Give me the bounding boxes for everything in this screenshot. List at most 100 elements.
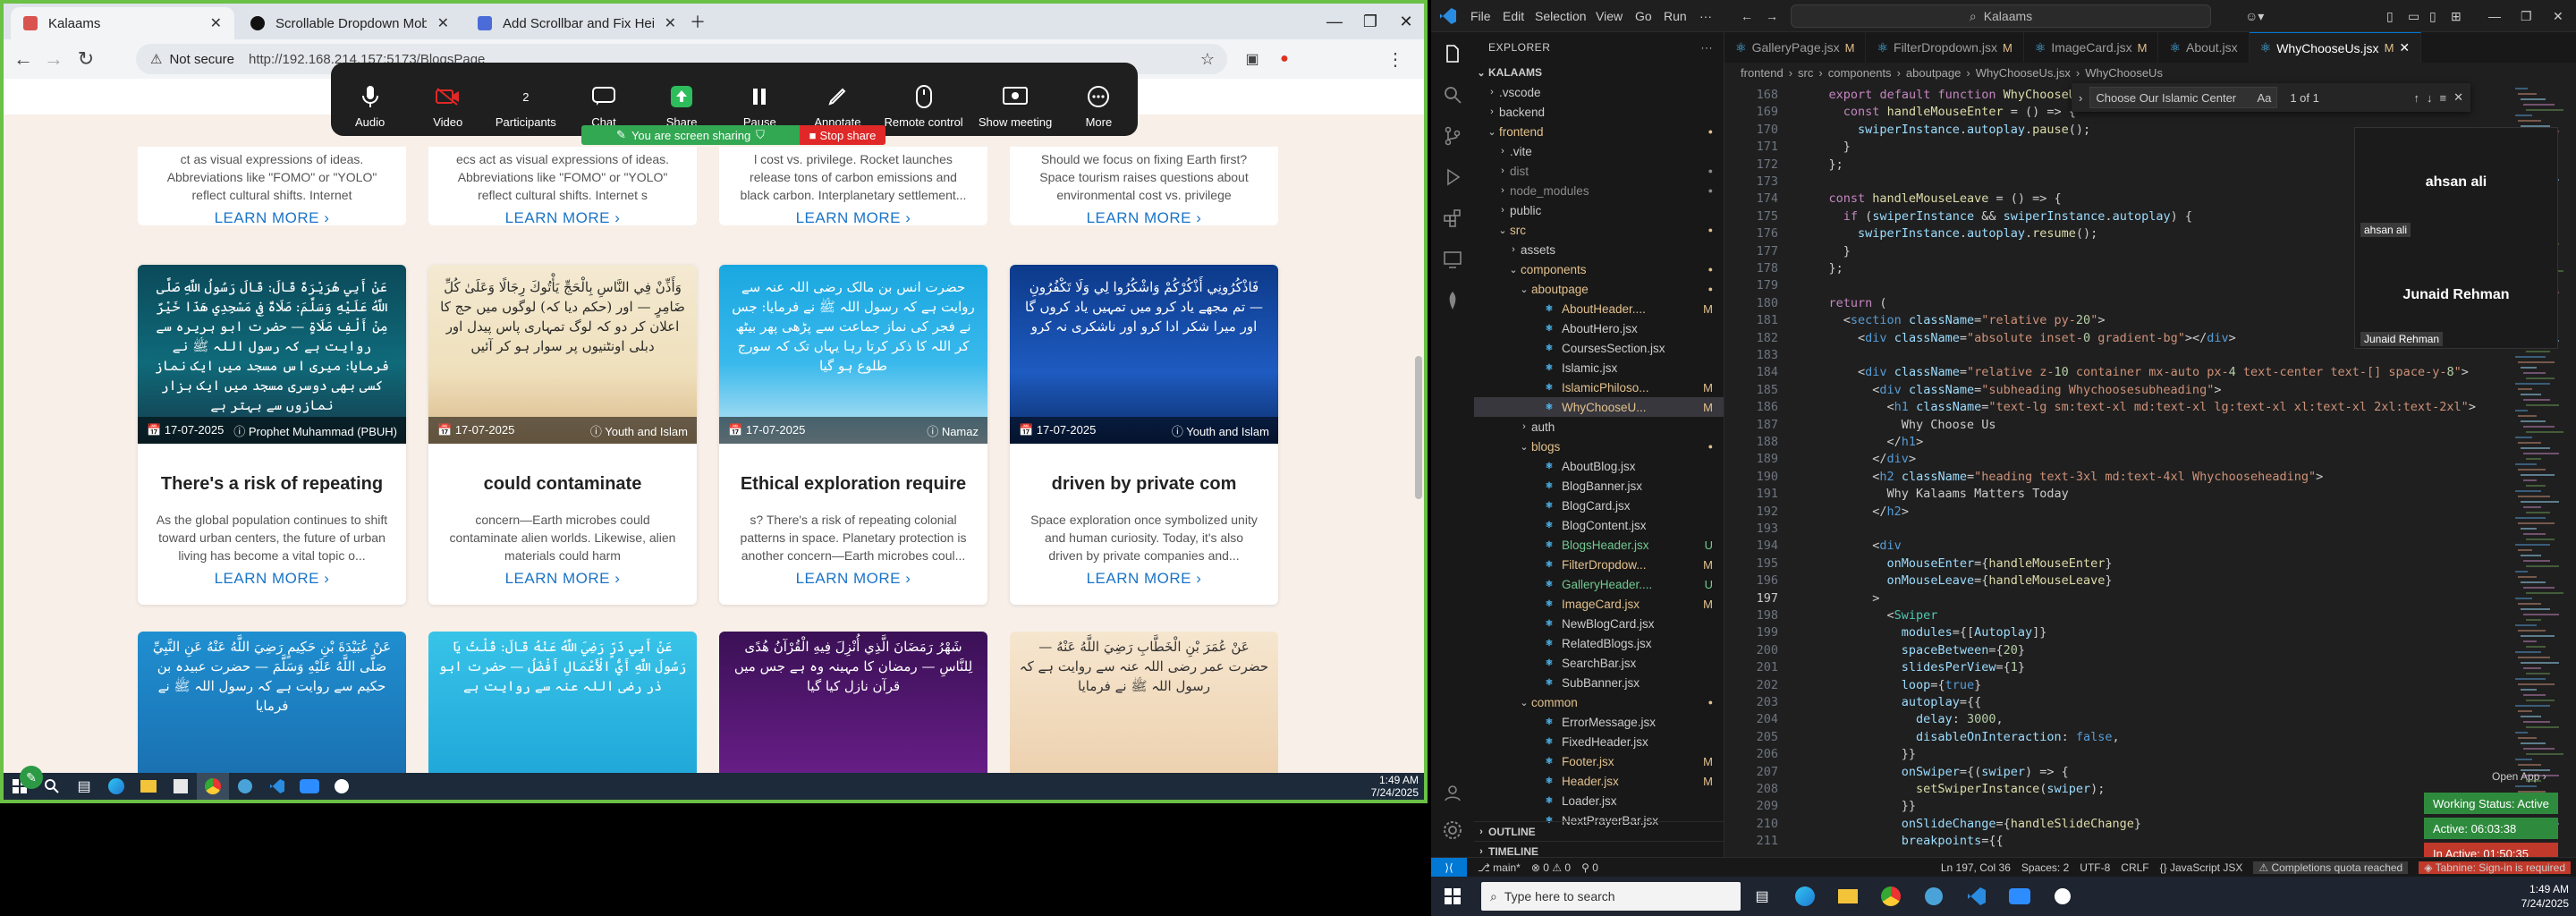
- command-search-input[interactable]: ⌕ Kalaams: [1791, 4, 2211, 28]
- folder-item[interactable]: › backend: [1474, 102, 1724, 122]
- breadcrumb-item[interactable]: frontend: [1741, 66, 1784, 80]
- file-item[interactable]: ⚛ FilterDropdow... M: [1474, 555, 1724, 574]
- code-line[interactable]: }}: [1800, 747, 1916, 761]
- learn-more-link[interactable]: LEARN MORE ›: [1010, 570, 1278, 588]
- code-line[interactable]: <div className="absolute inset-0 gradien…: [1800, 331, 2236, 345]
- close-icon[interactable]: ✕: [437, 14, 449, 32]
- learn-more-link[interactable]: LEARN MORE ›: [428, 570, 697, 588]
- next-match-icon[interactable]: ↓: [2427, 91, 2433, 105]
- remote-control-button[interactable]: Remote control: [885, 83, 963, 129]
- zoom-icon[interactable]: [293, 773, 326, 800]
- remote-indicator-icon[interactable]: ⟩⟨: [1431, 857, 1467, 878]
- zoom-icon[interactable]: [1998, 877, 2041, 916]
- code-line[interactable]: <section className="relative py-20">: [1800, 313, 2106, 327]
- toggle-secondary-icon[interactable]: ▯: [2429, 9, 2436, 24]
- language-item[interactable]: {} JavaScript JSX: [2160, 861, 2243, 874]
- close-icon[interactable]: ✕: [2553, 9, 2563, 24]
- file-item[interactable]: ⚛ AboutHero.jsx: [1474, 318, 1724, 338]
- breadcrumb-item[interactable]: WhyChooseUs.jsx: [1976, 66, 2071, 80]
- code-line[interactable]: onMouseLeave={handleMouseLeave}: [1800, 573, 2113, 588]
- edge-icon[interactable]: [1784, 877, 1826, 916]
- code-line[interactable]: onSlideChange={handleSlideChange}: [1800, 817, 2141, 831]
- mongodb-icon[interactable]: [1442, 290, 1463, 311]
- match-case-icon[interactable]: Aa: [2257, 91, 2271, 105]
- folder-item[interactable]: › dist ●: [1474, 161, 1724, 181]
- code-line[interactable]: >: [1800, 591, 1879, 606]
- editor-tab-gallerypage[interactable]: ⚛ GalleryPage.jsx M: [1724, 32, 1867, 63]
- store-icon[interactable]: [165, 773, 197, 800]
- code-line[interactable]: <h1 className="text-lg sm:text-xl md:tex…: [1800, 400, 2476, 414]
- run-debug-icon[interactable]: [1442, 166, 1463, 188]
- editor-tab-filterdropdown[interactable]: ⚛ FilterDropdown.jsx M: [1866, 32, 2024, 63]
- file-item[interactable]: ⚛ ErrorMessage.jsx: [1474, 712, 1724, 732]
- learn-more-link[interactable]: LEARN MORE ›: [138, 570, 406, 588]
- file-item[interactable]: ⚛ SearchBar.jsx: [1474, 653, 1724, 673]
- tab-scrollable-dropdown[interactable]: Scrollable Dropdown Mobile F... ✕: [238, 7, 462, 39]
- blog-title[interactable]: driven by private com: [1017, 474, 1271, 495]
- vscode-icon[interactable]: [1955, 877, 1998, 916]
- breadcrumb-item[interactable]: aboutpage: [1906, 66, 1961, 80]
- folder-item[interactable]: › assets: [1474, 240, 1724, 259]
- code-line[interactable]: breakpoints={{: [1800, 834, 2004, 848]
- file-item[interactable]: ⚛ BlogCard.jsx: [1474, 496, 1724, 515]
- code-line[interactable]: <Swiper: [1800, 608, 1938, 623]
- source-control-icon[interactable]: [1442, 125, 1463, 147]
- find-in-selection-icon[interactable]: ≡: [2440, 91, 2447, 105]
- reload-icon[interactable]: ↻: [72, 45, 100, 73]
- code-line[interactable]: delay: 3000,: [1800, 712, 2004, 726]
- file-item[interactable]: ⚛ FixedHeader.jsx: [1474, 732, 1724, 751]
- forward-arrow-icon[interactable]: →: [1766, 9, 1778, 23]
- back-arrow-icon[interactable]: ←: [1741, 9, 1753, 23]
- file-explorer-icon[interactable]: [1826, 877, 1869, 916]
- encoding[interactable]: UTF-8: [2080, 861, 2110, 874]
- line-ending[interactable]: CRLF: [2121, 861, 2148, 874]
- branch-item[interactable]: ⎇ main*: [1478, 861, 1521, 874]
- learn-more-link[interactable]: LEARN MORE ›: [138, 209, 406, 227]
- more-menu-icon[interactable]: ···: [1699, 9, 1712, 23]
- file-item[interactable]: ⚛ BlogsHeader.jsx U: [1474, 535, 1724, 555]
- code-line[interactable]: if (swiperInstance && swiperInstance.aut…: [1800, 209, 2192, 224]
- folder-item[interactable]: › .vite: [1474, 141, 1724, 161]
- code-line[interactable]: loop={true}: [1800, 678, 1981, 692]
- pause-button[interactable]: Pause: [728, 83, 791, 129]
- code-line[interactable]: }}: [1800, 799, 1916, 813]
- code-line[interactable]: Why Choose Us: [1800, 418, 1996, 432]
- windows-start-icon[interactable]: [1431, 877, 1474, 916]
- blog-title[interactable]: could contaminate: [436, 474, 690, 495]
- blog-title[interactable]: There's a risk of repeating: [145, 474, 399, 495]
- file-item[interactable]: ⚛ WhyChooseU... M: [1474, 397, 1724, 417]
- open-app-link[interactable]: Open App ›: [2492, 770, 2546, 783]
- code-line[interactable]: slidesPerView={1}: [1800, 660, 2025, 674]
- blog-card-image-partial[interactable]: عَنْ عُبَيْدَةَ بْنِ حَكِيمٍ رَضِيَ اللَ…: [138, 632, 406, 773]
- code-line[interactable]: 640: { slidesPerView: 1 },: [1800, 852, 2105, 853]
- close-icon[interactable]: ✕: [2453, 90, 2463, 105]
- restore-icon[interactable]: ❐: [2521, 9, 2532, 24]
- file-item[interactable]: ⚛ CoursesSection.jsx: [1474, 338, 1724, 358]
- file-item[interactable]: ⚛ NewBlogCard.jsx: [1474, 614, 1724, 633]
- back-arrow-icon[interactable]: ←: [9, 45, 38, 73]
- settings-gear-icon[interactable]: [1442, 819, 1463, 841]
- app-icon[interactable]: [1912, 877, 1955, 916]
- toggle-panel-icon[interactable]: ▭: [2408, 9, 2419, 24]
- task-view-icon[interactable]: ▤: [68, 773, 100, 800]
- folder-item[interactable]: ⌄ aboutpage ●: [1474, 279, 1724, 299]
- profile-icon[interactable]: ●: [1270, 45, 1299, 73]
- code-line[interactable]: setSwiperInstance(swiper);: [1800, 782, 2105, 796]
- workspace-root[interactable]: ⌄ KALAAMS: [1474, 63, 1724, 82]
- star-icon[interactable]: ☆: [1200, 50, 1215, 69]
- chat-button[interactable]: Chat: [572, 83, 635, 129]
- taskbar-clock[interactable]: 1:49 AM 7/24/2025: [2521, 882, 2569, 911]
- video-button[interactable]: Video: [417, 83, 479, 129]
- code-line[interactable]: modules={[Autoplay]}: [1800, 625, 2047, 640]
- folder-item[interactable]: ⌄ components ●: [1474, 259, 1724, 279]
- new-tab-button[interactable]: ＋: [682, 7, 714, 36]
- ports-item[interactable]: ⚲ 0: [1581, 861, 1598, 874]
- vscode-icon[interactable]: [261, 773, 293, 800]
- restore-icon[interactable]: ❐: [1354, 7, 1386, 36]
- record-icon[interactable]: [326, 773, 358, 800]
- participants-button[interactable]: 2 Participants: [495, 83, 557, 130]
- close-icon[interactable]: ✕: [210, 14, 222, 32]
- quota-item[interactable]: ⚠ Completions quota reached: [2253, 861, 2409, 874]
- code-line[interactable]: autoplay={{: [1800, 695, 1981, 709]
- breadcrumb-item[interactable]: src: [1798, 66, 1813, 80]
